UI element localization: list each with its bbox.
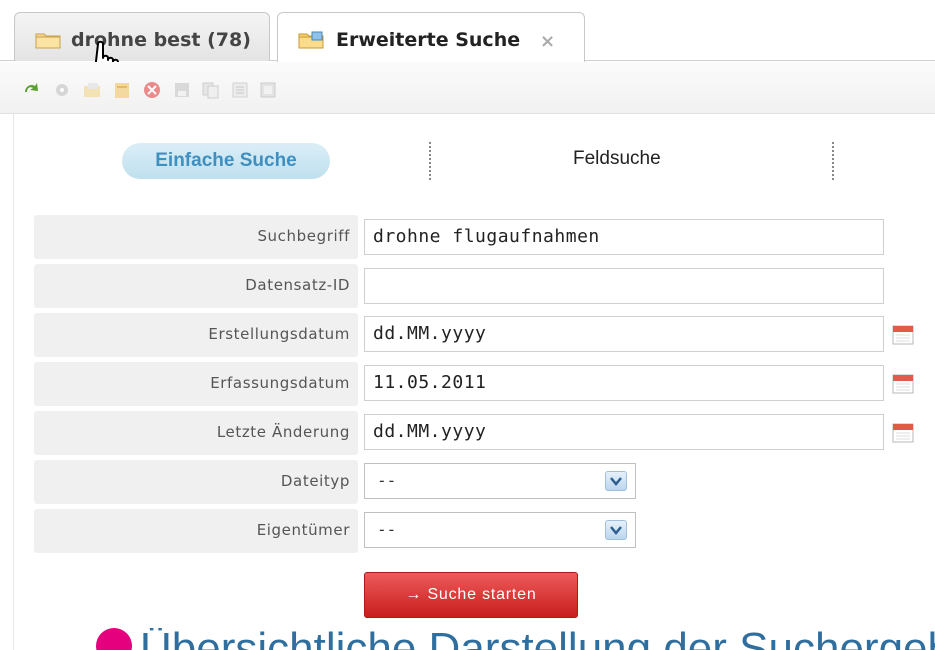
eigentuemer-select[interactable]: -- [364,512,636,548]
tab-label: Erweiterte Suche [336,29,521,51]
calendar-icon[interactable] [891,420,915,444]
erstellungsdatum-label: Erstellungsdatum [208,325,350,343]
erfassungsdatum-label: Erfassungsdatum [210,374,350,392]
list-icon[interactable] [230,80,250,100]
chevron-down-icon[interactable] [605,520,627,540]
caption: Übersichtliche Darstellung der Suchergeb… [96,628,935,650]
erstellungsdatum-input[interactable]: dd.MM.yyyy [364,316,884,352]
search-start-button[interactable]: → Suche starten [364,572,578,618]
suchbegriff-input[interactable]: drohne flugaufnahmen [364,219,884,255]
dateityp-select[interactable]: -- [364,463,636,499]
toolbar [0,62,935,114]
erfassungsdatum-input[interactable]: 11.05.2011 [364,365,884,401]
form-row-erstellungsdatum: Erstellungsdatum [34,313,358,357]
form-row-eigentuemer: Eigentümer [34,509,358,553]
save-icon[interactable] [172,80,192,100]
copy-icon[interactable] [200,80,220,100]
tab-erweiterte-suche[interactable]: Erweiterte Suche × [277,12,585,62]
letzte-aenderung-label: Letzte Änderung [216,423,350,441]
calendar-icon[interactable] [891,322,915,346]
settings-icon[interactable] [52,80,72,100]
form-row-letzte-aenderung: Letzte Änderung [34,411,358,455]
form-row-suchbegriff: Suchbegriff [34,215,358,259]
export-icon[interactable] [112,80,132,100]
form-row-datensatz-id: Datensatz-ID [34,264,358,308]
open-icon[interactable] [82,80,102,100]
close-icon[interactable]: × [540,31,555,52]
dateityp-value: -- [377,471,397,490]
subtab-divider [832,142,834,180]
tab-einfache-suche[interactable]: Einfache Suche [122,143,330,179]
folder-icon [35,33,61,49]
datensatz-id-input[interactable] [364,268,884,304]
window-icon[interactable] [258,80,278,100]
chevron-down-icon[interactable] [605,471,627,491]
tab-bar: drohne best (78) Erweiterte Suche × [0,0,935,85]
eigentuemer-value: -- [377,520,397,539]
calendar-icon[interactable] [891,371,915,395]
arrow-bullet-icon [96,628,132,650]
tab-drohne-best[interactable]: drohne best (78) [14,12,270,61]
form-row-dateityp: Dateityp [34,460,358,504]
datensatz-id-label: Datensatz-ID [245,276,350,294]
letzte-aenderung-input[interactable]: dd.MM.yyyy [364,414,884,450]
tab-feldsuche[interactable]: Feldsuche [573,148,661,170]
eigentuemer-label: Eigentümer [256,521,350,539]
dateityp-label: Dateityp [280,472,350,490]
subtab-divider [429,142,431,180]
folder-search-icon [298,31,324,49]
form-row-erfassungsdatum: Erfassungsdatum [34,362,358,406]
suchbegriff-label: Suchbegriff [257,227,350,245]
caption-text: Übersichtliche Darstellung der Suchergeb… [140,628,935,650]
delete-icon[interactable] [142,80,162,100]
refresh-icon[interactable] [22,80,42,100]
